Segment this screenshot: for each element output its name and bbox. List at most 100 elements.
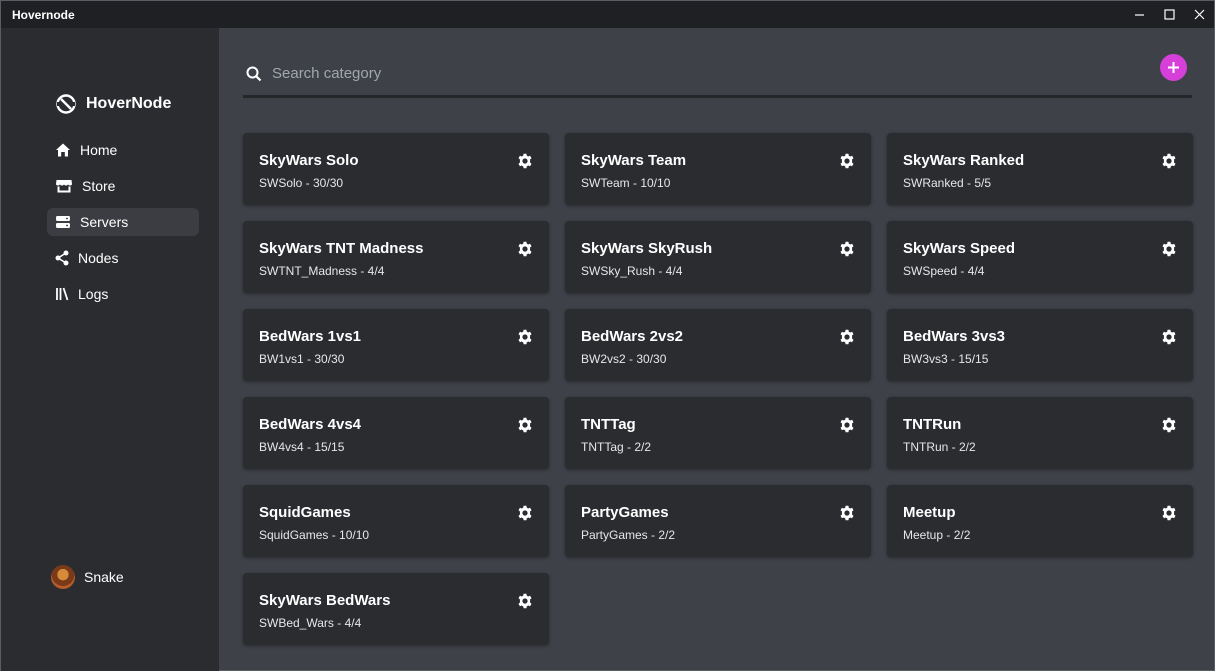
search-icon [246,66,262,81]
category-grid: SkyWars Solo SWSolo - 30/30 SkyWars Team SW… [243,133,1193,645]
category-info: SWRanked - 5/5 [903,176,992,190]
category-card[interactable]: SkyWars SkyRush SWSky_Rush - 4/4 [565,221,871,293]
gear-icon[interactable] [517,593,533,614]
main-content: SkyWars Solo SWSolo - 30/30 SkyWars Team SW… [219,28,1214,671]
close-icon [1194,9,1204,20]
category-card[interactable]: BedWars 2vs2 BW2vs2 - 30/30 [565,309,871,381]
close-button[interactable] [1184,1,1214,28]
category-card[interactable]: SquidGames SquidGames - 10/10 [243,485,549,557]
category-info: SWSolo - 30/30 [259,176,344,190]
category-info: BW1vs1 - 30/30 [259,352,345,366]
category-name: BedWars 4vs4 [259,416,361,433]
sidebar-item-nodes[interactable]: Nodes [47,244,199,272]
category-card[interactable]: SkyWars Speed SWSpeed - 4/4 [887,221,1193,293]
add-category-button[interactable] [1160,54,1187,81]
category-card[interactable]: TNTTag TNTTag - 2/2 [565,397,871,469]
gear-icon[interactable] [1161,329,1177,350]
sidebar-item-home[interactable]: Home [47,136,199,164]
sidebar-item-servers[interactable]: Servers [47,208,199,236]
sidebar-item-label: Logs [78,286,109,302]
category-card[interactable]: BedWars 3vs3 BW3vs3 - 15/15 [887,309,1193,381]
category-card[interactable]: Meetup Meetup - 2/2 [887,485,1193,557]
gear-icon[interactable] [517,417,533,438]
sidebar: HoverNode Home Store Servers Nodes Logs [1,28,219,671]
category-card[interactable]: TNTRun TNTRun - 2/2 [887,397,1193,469]
search-bar [243,52,1192,98]
category-card[interactable]: PartyGames PartyGames - 2/2 [565,485,871,557]
user-profile[interactable]: Snake [51,565,124,589]
category-name: SkyWars Solo [259,152,359,169]
sidebar-item-label: Servers [80,214,129,230]
category-name: SkyWars Ranked [903,152,1025,169]
category-info: TNTRun - 2/2 [903,440,976,454]
gear-icon[interactable] [517,241,533,262]
sidebar-item-logs[interactable]: Logs [47,280,199,308]
category-name: SkyWars Team [581,152,687,169]
maximize-icon [1163,9,1175,20]
gear-icon[interactable] [839,153,855,174]
category-info: SWBed_Wars - 4/4 [259,616,362,630]
category-card[interactable]: SkyWars BedWars SWBed_Wars - 4/4 [243,573,549,645]
gear-icon[interactable] [517,153,533,174]
sidebar-item-store[interactable]: Store [47,172,199,200]
gear-icon[interactable] [839,417,855,438]
category-info: PartyGames - 2/2 [581,528,676,542]
store-icon [56,180,72,193]
search-input[interactable] [272,65,872,82]
category-info: TNTTag - 2/2 [581,440,652,454]
servers-icon [56,216,70,228]
brand: HoverNode [55,93,171,115]
maximize-button[interactable] [1154,1,1184,28]
brand-name: HoverNode [86,95,172,112]
sidebar-item-label: Store [82,178,116,194]
category-info: BW2vs2 - 30/30 [581,352,667,366]
category-card[interactable]: SkyWars Team SWTeam - 10/10 [565,133,871,205]
category-info: SWTNT_Madness - 4/4 [259,264,385,278]
category-info: SWTeam - 10/10 [581,176,671,190]
category-info: BW4vs4 - 15/15 [259,440,345,454]
window-title: Hovernode [12,7,75,22]
title-bar: Hovernode [1,1,1214,28]
category-card[interactable]: BedWars 4vs4 BW4vs4 - 15/15 [243,397,549,469]
gear-icon[interactable] [839,241,855,262]
category-name: TNTTag [581,416,636,433]
category-info: SquidGames - 10/10 [259,528,370,542]
category-card[interactable]: SkyWars Solo SWSolo - 30/30 [243,133,549,205]
plus-icon [1168,62,1179,73]
category-name: BedWars 3vs3 [903,328,1005,345]
gear-icon[interactable] [839,329,855,350]
gear-icon[interactable] [1161,241,1177,262]
gear-icon[interactable] [1161,417,1177,438]
gear-icon[interactable] [1161,153,1177,174]
gear-icon[interactable] [517,505,533,526]
avatar [51,565,75,589]
gear-icon[interactable] [839,505,855,526]
minimize-icon [1134,14,1144,16]
category-card[interactable]: BedWars 1vs1 BW1vs1 - 30/30 [243,309,549,381]
gear-icon[interactable] [517,329,533,350]
category-name: SkyWars SkyRush [581,240,713,257]
app-window: Hovernode HoverNode Home Store Servers N… [0,0,1215,671]
gear-icon[interactable] [1161,505,1177,526]
category-info: Meetup - 2/2 [903,528,971,542]
user-name: Snake [84,569,124,585]
category-info: SWSky_Rush - 4/4 [581,264,683,278]
category-name: SkyWars TNT Madness [259,240,424,257]
category-name: BedWars 2vs2 [581,328,683,345]
category-card[interactable]: SkyWars TNT Madness SWTNT_Madness - 4/4 [243,221,549,293]
category-info: BW3vs3 - 15/15 [903,352,989,366]
sidebar-item-label: Home [80,142,118,158]
category-name: BedWars 1vs1 [259,328,361,345]
category-name: SkyWars BedWars [259,592,391,609]
category-card[interactable]: SkyWars Ranked SWRanked - 5/5 [887,133,1193,205]
nodes-icon [55,250,69,266]
hovernode-logo-icon [56,94,76,114]
minimize-button[interactable] [1124,1,1154,28]
category-name: SkyWars Speed [903,240,1015,257]
category-name: SquidGames [259,504,351,521]
logs-icon [56,287,69,301]
category-info: SWSpeed - 4/4 [903,264,985,278]
category-name: PartyGames [581,504,669,521]
sidebar-item-label: Nodes [78,250,119,266]
category-name: Meetup [903,504,956,521]
